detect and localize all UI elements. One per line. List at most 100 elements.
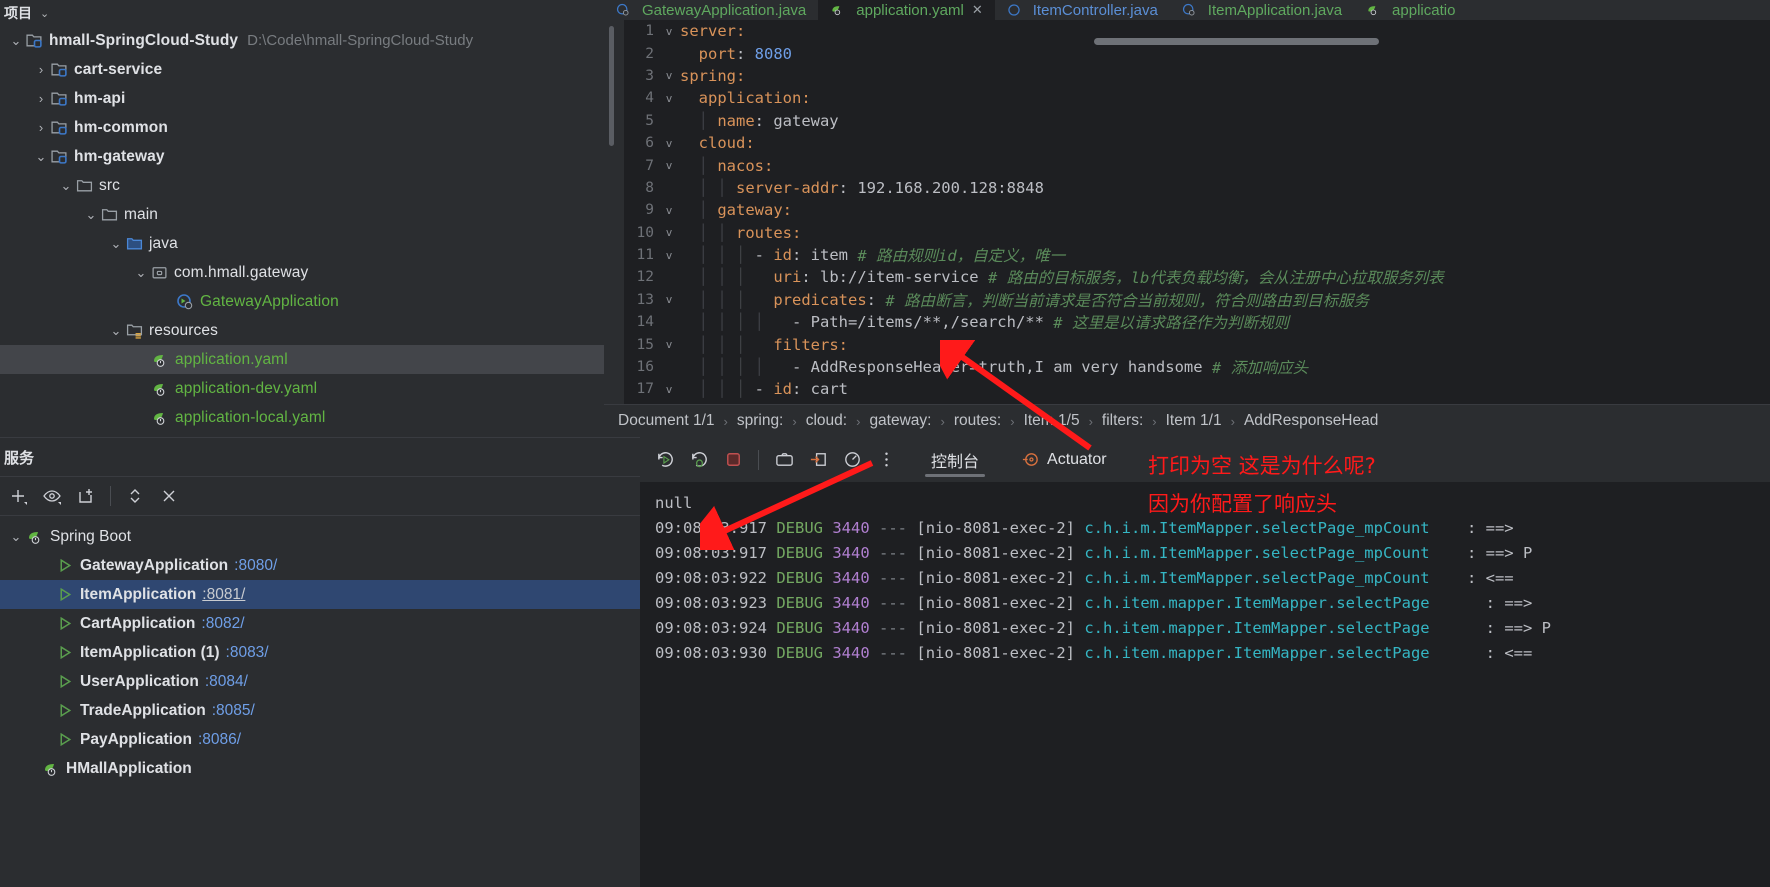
tree-row-cart-service[interactable]: › cart-service xyxy=(0,55,640,84)
service-item-user-application[interactable]: UserApplication :8084/ xyxy=(0,667,640,696)
chevron-down-icon[interactable]: ⌄ xyxy=(31,150,51,163)
editor-tab-item-controller-java[interactable]: ItemController.java xyxy=(995,0,1170,20)
tree-row-main[interactable]: ⌄ main xyxy=(0,200,640,229)
editor-tabs[interactable]: GatewayApplication.java application.yaml… xyxy=(604,0,1770,20)
tab-console[interactable]: 控制台 xyxy=(919,437,991,482)
console-output[interactable]: null 09:08:03:917 DEBUG 3440 --- [nio-80… xyxy=(640,482,1770,887)
chevron-down-icon[interactable]: ⌄ xyxy=(6,530,26,543)
tree-row-application-yaml[interactable]: › application.yaml xyxy=(0,345,640,374)
service-item-item-application[interactable]: ItemApplication :8081/ xyxy=(0,580,640,609)
fold-chevron-icon[interactable]: v xyxy=(658,204,680,217)
service-item-pay-application[interactable]: PayApplication :8086/ xyxy=(0,725,640,754)
services-tree[interactable]: ⌄ Spring Boot GatewayApplication :8080/ xyxy=(0,516,640,783)
run-icon[interactable] xyxy=(57,615,74,632)
chevron-down-icon[interactable]: ⌄ xyxy=(6,34,26,47)
fold-chevron-icon[interactable]: v xyxy=(658,383,680,396)
tree-row-package[interactable]: ⌄ com.hmall.gateway xyxy=(0,258,640,287)
tree-row-src[interactable]: ⌄ src xyxy=(0,171,640,200)
run-icon[interactable] xyxy=(57,586,74,603)
new-tab-icon[interactable] xyxy=(70,480,102,512)
editor-tab-applicatio[interactable]: applicatio xyxy=(1354,0,1467,20)
chevron-down-icon[interactable]: ⌄ xyxy=(106,324,126,337)
breadcrumb-item-filters[interactable]: filters: xyxy=(1102,412,1143,430)
tree-row-hm-api[interactable]: › hm-api xyxy=(0,84,640,113)
chevron-right-icon[interactable]: › xyxy=(31,121,51,134)
breadcrumb-item-routes[interactable]: routes: xyxy=(954,412,1001,430)
tree-row-project-root[interactable]: ⌄ hmall-SpringCloud-Study D:\Code\hmall-… xyxy=(0,26,640,55)
camera-icon[interactable] xyxy=(769,445,799,475)
run-icon[interactable] xyxy=(57,702,74,719)
chevron-down-icon[interactable]: ⌄ xyxy=(81,208,101,221)
breadcrumb[interactable]: Document 1/1 › spring: › cloud: › gatewa… xyxy=(604,404,1770,437)
export-icon[interactable] xyxy=(803,445,833,475)
service-item-cart-application[interactable]: CartApplication :8082/ xyxy=(0,609,640,638)
fold-chevron-icon[interactable]: v xyxy=(658,69,680,82)
editor-tab-item-application-java[interactable]: ItemApplication.java xyxy=(1170,0,1354,20)
annotation-text-2: 因为你配置了响应头 xyxy=(1148,492,1337,516)
tree-row-gateway-application[interactable]: › GatewayApplication xyxy=(0,287,640,316)
chevron-right-icon[interactable]: › xyxy=(31,63,51,76)
project-panel-header[interactable]: 项目 ⌄ xyxy=(0,0,640,26)
fold-chevron-icon[interactable]: v xyxy=(658,137,680,150)
eye-icon[interactable] xyxy=(36,480,68,512)
chevron-right-icon[interactable]: › xyxy=(31,92,51,105)
expand-collapse-icon[interactable] xyxy=(119,480,151,512)
chevron-down-icon[interactable]: ⌄ xyxy=(40,7,49,20)
close-icon[interactable]: ✕ xyxy=(972,2,983,18)
project-tree[interactable]: ⌄ hmall-SpringCloud-Study D:\Code\hmall-… xyxy=(0,26,640,436)
breadcrumb-item-filter-index[interactable]: Item 1/1 xyxy=(1166,412,1222,430)
fold-chevron-icon[interactable]: v xyxy=(658,338,680,351)
breadcrumb-item-route-index[interactable]: Item 1/5 xyxy=(1024,412,1080,430)
tree-row-resources[interactable]: ⌄ resources xyxy=(0,316,640,345)
services-group-spring-boot[interactable]: ⌄ Spring Boot xyxy=(0,522,640,551)
fold-chevron-icon[interactable]: v xyxy=(658,293,680,306)
service-item-item-application-1[interactable]: ItemApplication (1) :8083/ xyxy=(0,638,640,667)
editor-scrollbar-thumb[interactable] xyxy=(609,26,614,146)
tree-row-java[interactable]: ⌄ java xyxy=(0,229,640,258)
stop-icon[interactable] xyxy=(718,445,748,475)
service-port[interactable]: :8080/ xyxy=(234,557,277,575)
editor-tab-gateway-application-java[interactable]: GatewayApplication.java xyxy=(604,0,818,20)
gauge-icon[interactable] xyxy=(837,445,867,475)
breadcrumb-item-document[interactable]: Document 1/1 xyxy=(618,412,715,430)
service-item-hmall-application[interactable]: HMallApplication xyxy=(0,754,640,783)
breadcrumb-item-gateway[interactable]: gateway: xyxy=(869,412,931,430)
log-arrow: ==> xyxy=(1485,518,1514,537)
log-arrow: ==> P xyxy=(1504,618,1551,637)
code-editor[interactable]: 1 v server: 2 port: 8080 3 v spring: 4 v xyxy=(604,20,1770,404)
tree-row-hm-common[interactable]: › hm-common xyxy=(0,113,640,142)
fold-chevron-icon[interactable]: v xyxy=(658,249,680,262)
tree-row-hm-gateway[interactable]: ⌄ hm-gateway xyxy=(0,142,640,171)
service-port[interactable]: :8081/ xyxy=(202,586,245,604)
fold-chevron-icon[interactable]: v xyxy=(658,226,680,239)
service-item-gateway-application[interactable]: GatewayApplication :8080/ xyxy=(0,551,640,580)
chevron-down-icon[interactable]: ⌄ xyxy=(56,179,76,192)
run-icon[interactable] xyxy=(57,731,74,748)
tab-actuator[interactable]: Actuator xyxy=(1009,437,1119,482)
breadcrumb-item-add-response-header[interactable]: AddResponseHead xyxy=(1244,412,1378,430)
rerun-debug-icon[interactable] xyxy=(684,445,714,475)
more-icon[interactable] xyxy=(871,445,901,475)
breadcrumb-item-cloud[interactable]: cloud: xyxy=(806,412,847,430)
chevron-down-icon[interactable]: ⌄ xyxy=(131,266,151,279)
breadcrumb-item-spring[interactable]: spring: xyxy=(737,412,784,430)
rerun-icon[interactable] xyxy=(650,445,680,475)
service-port[interactable]: :8084/ xyxy=(205,673,248,691)
service-port[interactable]: :8083/ xyxy=(226,644,269,662)
service-item-trade-application[interactable]: TradeApplication :8085/ xyxy=(0,696,640,725)
close-all-icon[interactable] xyxy=(153,480,185,512)
chevron-down-icon[interactable]: ⌄ xyxy=(106,237,126,250)
add-icon[interactable] xyxy=(2,480,34,512)
tree-row-application-local-yaml[interactable]: › application-local.yaml xyxy=(0,403,640,432)
editor-tab-application-yaml[interactable]: application.yaml ✕ xyxy=(818,0,995,20)
fold-chevron-icon[interactable]: v xyxy=(658,159,680,172)
fold-chevron-icon[interactable]: v xyxy=(658,92,680,105)
service-port[interactable]: :8085/ xyxy=(212,702,255,720)
service-port[interactable]: :8086/ xyxy=(198,731,241,749)
run-icon[interactable] xyxy=(57,557,74,574)
service-port[interactable]: :8082/ xyxy=(201,615,244,633)
run-icon[interactable] xyxy=(57,673,74,690)
fold-chevron-icon[interactable]: v xyxy=(658,25,680,38)
run-icon[interactable] xyxy=(57,644,74,661)
tree-row-application-dev-yaml[interactable]: › application-dev.yaml xyxy=(0,374,640,403)
